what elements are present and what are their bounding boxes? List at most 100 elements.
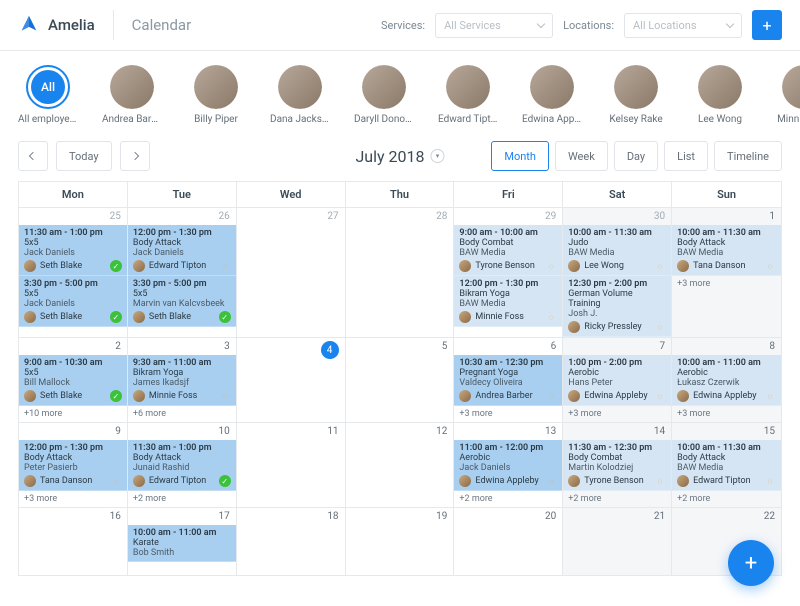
employee-filter[interactable]: Minnie Foss <box>774 65 800 125</box>
day-number: 8 <box>672 338 781 355</box>
calendar-event[interactable]: 10:00 am - 11:30 amBody AttackBAW MediaE… <box>672 440 781 491</box>
calendar-cell[interactable]: 4 <box>237 338 346 423</box>
more-events-link[interactable]: +2 more <box>128 491 236 507</box>
calendar-cell[interactable]: 810:00 am - 11:00 amAerobicŁukasz Czerwi… <box>672 338 781 423</box>
calendar-cell[interactable]: 1710:00 am - 11:00 amKarateBob Smith <box>128 508 237 576</box>
calendar-event[interactable]: 1:00 pm - 2:00 pmAerobicHans PeterEdwina… <box>563 355 671 406</box>
calendar-event[interactable]: 11:30 am - 1:00 pm5x5Jack DanielsSeth Bl… <box>19 225 127 276</box>
employee-filter[interactable]: AllAll employees <box>18 65 78 125</box>
employee-filter[interactable]: Dana Jackson <box>270 65 330 125</box>
fab-add-button[interactable]: + <box>728 540 774 586</box>
event-subtitle: BAW Media <box>677 248 776 258</box>
more-events-link[interactable]: +3 more <box>19 491 127 507</box>
calendar-cell[interactable]: 912:00 pm - 1:30 pmBody AttackPeter Pasi… <box>19 423 128 508</box>
calendar-cell[interactable]: 1311:00 am - 12:00 pmAerobicJack Daniels… <box>454 423 563 508</box>
calendar-cell[interactable]: 3010:00 am - 11:30 amJudoBAW MediaLee Wo… <box>563 208 672 338</box>
calendar-event[interactable]: 11:30 am - 12:30 pmBody CombatMartin Kol… <box>563 440 671 491</box>
event-time: 10:00 am - 11:30 am <box>677 228 776 238</box>
day-number: 7 <box>563 338 671 355</box>
calendar-cell[interactable]: 20 <box>454 508 563 576</box>
month-title[interactable]: July 2018 ▾ <box>355 147 444 166</box>
calendar-cell[interactable]: 39:30 am - 11:00 amBikram YogaJames Ikad… <box>128 338 237 423</box>
day-number: 26 <box>128 208 236 225</box>
view-day[interactable]: Day <box>614 141 658 171</box>
more-events-link[interactable]: +3 more <box>563 406 671 422</box>
employee-filter[interactable]: Andrea Barber <box>102 65 162 125</box>
calendar-event[interactable]: 11:00 am - 12:00 pmAerobicJack DanielsEd… <box>454 440 562 491</box>
calendar-cell[interactable]: 27 <box>237 208 346 338</box>
more-events-link[interactable]: +3 more <box>672 406 781 422</box>
calendar-cell[interactable]: 1510:00 am - 11:30 amBody AttackBAW Medi… <box>672 423 781 508</box>
header-filters: Services: All Services Locations: All Lo… <box>381 10 782 40</box>
employee-filter[interactable]: Billy Piper <box>186 65 246 125</box>
locations-select[interactable]: All Locations <box>624 13 742 38</box>
more-events-link[interactable]: +2 more <box>454 491 562 507</box>
calendar-cell[interactable]: 16 <box>19 508 128 576</box>
calendar-cell[interactable]: 1011:30 am - 1:00 pmBody AttackJunaid Ra… <box>128 423 237 508</box>
calendar-event[interactable]: 9:00 am - 10:00 amBody CombatBAW MediaTy… <box>454 225 562 276</box>
calendar-cell[interactable]: 11 <box>237 423 346 508</box>
calendar-event[interactable]: 11:30 am - 1:00 pmBody AttackJunaid Rash… <box>128 440 236 491</box>
employee-filter[interactable]: Edward Tipton <box>438 65 498 125</box>
view-switcher: MonthWeekDayListTimeline <box>491 141 782 171</box>
calendar-event[interactable]: 10:00 am - 11:00 amAerobicŁukasz Czerwik… <box>672 355 781 406</box>
more-events-link[interactable]: +3 more <box>454 406 562 422</box>
more-events-link[interactable]: +2 more <box>563 491 671 507</box>
more-events-link[interactable]: +2 more <box>672 491 781 507</box>
calendar-cell[interactable]: 18 <box>237 508 346 576</box>
employee-filter[interactable]: Kelsey Rake <box>606 65 666 125</box>
calendar-cell[interactable]: 71:00 pm - 2:00 pmAerobicHans PeterEdwin… <box>563 338 672 423</box>
employee-filter[interactable]: Lee Wong <box>690 65 750 125</box>
calendar-cell[interactable]: 29:00 am - 10:30 am5x5Bill MallockSeth B… <box>19 338 128 423</box>
calendar-cell[interactable]: 1411:30 am - 12:30 pmBody CombatMartin K… <box>563 423 672 508</box>
brand[interactable]: Amelia <box>18 10 114 40</box>
view-timeline[interactable]: Timeline <box>714 141 782 171</box>
event-footer: Tana Danson◌ <box>24 475 122 487</box>
calendar-event[interactable]: 10:00 am - 11:00 amKarateBob Smith <box>128 525 236 562</box>
page-title: Calendar <box>132 16 192 34</box>
more-events-link[interactable]: +6 more <box>128 406 236 422</box>
calendar-cell[interactable]: 21 <box>563 508 672 576</box>
employee-name: Dana Jackson <box>270 114 330 125</box>
more-events-link[interactable]: +3 more <box>672 276 781 292</box>
view-month[interactable]: Month <box>491 141 549 171</box>
calendar-cell[interactable]: 28 <box>346 208 455 338</box>
day-number: 14 <box>563 423 671 440</box>
more-events-link[interactable]: +10 more <box>19 406 127 422</box>
calendar-event[interactable]: 3:30 pm - 5:00 pm5x5Jack DanielsSeth Bla… <box>19 276 127 327</box>
calendar-body: 2511:30 am - 1:00 pm5x5Jack DanielsSeth … <box>19 208 781 576</box>
calendar-event[interactable]: 12:30 pm - 2:00 pmGerman Volume Training… <box>563 276 671 337</box>
next-button[interactable] <box>120 141 150 171</box>
services-select[interactable]: All Services <box>435 13 553 38</box>
calendar-cell[interactable]: 5 <box>346 338 455 423</box>
calendar-event[interactable]: 12:00 pm - 1:30 pmBody AttackJack Daniel… <box>128 225 236 276</box>
event-assignee: Andrea Barber <box>475 391 541 401</box>
view-week[interactable]: Week <box>555 141 608 171</box>
add-button[interactable]: + <box>752 10 782 40</box>
calendar-cell[interactable]: 2511:30 am - 1:00 pm5x5Jack DanielsSeth … <box>19 208 128 338</box>
prev-button[interactable] <box>18 141 48 171</box>
calendar-event[interactable]: 10:00 am - 11:30 amBody AttackBAW MediaT… <box>672 225 781 276</box>
calendar-cell[interactable]: 299:00 am - 10:00 amBody CombatBAW Media… <box>454 208 563 338</box>
day-number: 25 <box>19 208 127 225</box>
calendar-event[interactable]: 9:00 am - 10:30 am5x5Bill MallockSeth Bl… <box>19 355 127 406</box>
calendar-event[interactable]: 3:30 pm - 5:00 pm5x5Marvin van Kalcvsbee… <box>128 276 236 327</box>
view-list[interactable]: List <box>664 141 708 171</box>
calendar-cell[interactable]: 110:00 am - 11:30 amBody AttackBAW Media… <box>672 208 781 338</box>
event-footer: Seth Blake✓ <box>24 311 122 323</box>
calendar-event[interactable]: 12:00 pm - 1:30 pmBikram YogaBAW MediaMi… <box>454 276 562 327</box>
calendar-event[interactable]: 9:30 am - 11:00 amBikram YogaJames Ikads… <box>128 355 236 406</box>
calendar-event[interactable]: 10:30 am - 12:30 pmPregnant YogaValdecy … <box>454 355 562 406</box>
calendar-event[interactable]: 12:00 pm - 1:30 pmBody AttackPeter Pasie… <box>19 440 127 491</box>
calendar-cell[interactable]: 2612:00 pm - 1:30 pmBody AttackJack Dani… <box>128 208 237 338</box>
employee-filter[interactable]: Edwina Appl... <box>522 65 582 125</box>
calendar-cell[interactable]: 610:30 am - 12:30 pmPregnant YogaValdecy… <box>454 338 563 423</box>
status-ok-icon: ✓ <box>110 390 122 402</box>
services-label: Services: <box>381 19 425 32</box>
today-button[interactable]: Today <box>56 141 112 171</box>
employee-filter[interactable]: Daryll Donov... <box>354 65 414 125</box>
calendar-cell[interactable]: 19 <box>346 508 455 576</box>
event-assignee: Tana Danson <box>693 261 760 271</box>
calendar-cell[interactable]: 12 <box>346 423 455 508</box>
calendar-event[interactable]: 10:00 am - 11:30 amJudoBAW MediaLee Wong… <box>563 225 671 276</box>
